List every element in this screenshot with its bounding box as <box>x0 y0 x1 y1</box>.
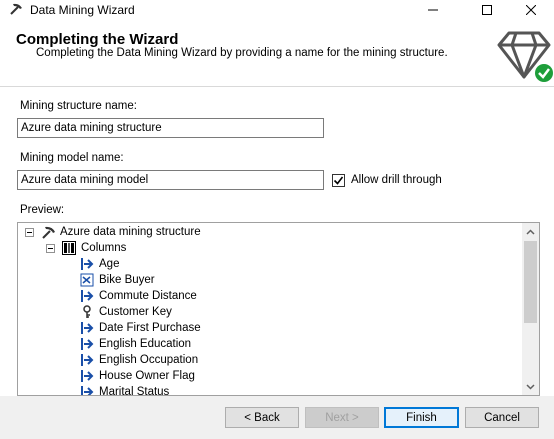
finish-button[interactable]: Finish <box>384 407 459 428</box>
chevron-up-icon <box>526 228 535 235</box>
list-item[interactable]: Bike Buyer <box>79 272 155 288</box>
minimize-button[interactable] <box>410 0 456 19</box>
collapse-toggle[interactable] <box>46 243 55 253</box>
column-label: English Occupation <box>99 354 199 366</box>
preview-label: Preview: <box>20 204 65 216</box>
columns-icon <box>61 240 77 256</box>
drill-through-checkbox[interactable] <box>332 174 345 187</box>
list-item[interactable]: Age <box>79 256 119 272</box>
input-column-icon <box>79 288 95 304</box>
model-name-field[interactable] <box>17 170 324 190</box>
pickaxe-icon <box>40 224 56 240</box>
page-title: Completing the Wizard <box>16 31 179 48</box>
wizard-footer: < Back Next > Finish Cancel <box>0 396 554 439</box>
wizard-header: Completing the Wizard Completing the Dat… <box>0 19 554 87</box>
model-name-label: Mining model name: <box>20 152 124 164</box>
preview-tree[interactable]: Azure data mining structure Columns Age … <box>17 222 540 396</box>
list-item[interactable]: House Owner Flag <box>79 368 195 384</box>
column-label: Marital Status <box>99 386 170 396</box>
list-item[interactable]: Commute Distance <box>79 288 197 304</box>
next-button: Next > <box>305 407 379 428</box>
structure-name-label: Mining structure name: <box>20 100 137 112</box>
minimize-icon <box>428 9 438 10</box>
scroll-thumb[interactable] <box>524 241 537 323</box>
scroll-down-button[interactable] <box>522 378 539 395</box>
column-label: Age <box>99 258 120 270</box>
cancel-button[interactable]: Cancel <box>465 407 539 428</box>
key-column-icon <box>79 304 95 320</box>
preview-scrollbar[interactable] <box>522 223 539 395</box>
checkmark-icon <box>333 176 344 185</box>
input-column-icon <box>79 336 95 352</box>
collapse-toggle[interactable] <box>25 227 34 237</box>
column-label: English Education <box>99 338 192 350</box>
list-item[interactable]: English Education <box>79 336 191 352</box>
back-button[interactable]: < Back <box>225 407 299 428</box>
column-label: Date First Purchase <box>99 322 201 334</box>
list-item[interactable]: Customer Key <box>79 304 172 320</box>
close-icon <box>526 4 536 15</box>
scroll-up-button[interactable] <box>522 223 539 240</box>
close-button[interactable] <box>508 0 554 19</box>
list-item[interactable]: English Occupation <box>79 352 198 368</box>
tree-root-row[interactable]: Azure data mining structure <box>25 224 201 240</box>
column-label: Customer Key <box>99 306 172 318</box>
column-label: Bike Buyer <box>99 274 155 286</box>
input-column-icon <box>79 368 95 384</box>
structure-name-field[interactable] <box>17 118 324 138</box>
diamond-icon <box>497 31 553 82</box>
tree-columns-row[interactable]: Columns <box>46 240 126 256</box>
input-column-icon <box>79 384 95 395</box>
page-subtitle: Completing the Data Mining Wizard by pro… <box>36 47 448 59</box>
list-item[interactable]: Date First Purchase <box>79 320 201 336</box>
column-label: Commute Distance <box>99 290 197 302</box>
input-column-icon <box>79 320 95 336</box>
tree-root-label: Azure data mining structure <box>60 226 201 238</box>
window-title: Data Mining Wizard <box>30 3 135 17</box>
maximize-button[interactable] <box>464 0 510 19</box>
chevron-down-icon <box>526 383 535 390</box>
drill-through-label[interactable]: Allow drill through <box>351 174 442 186</box>
column-label: House Owner Flag <box>99 370 195 382</box>
maximize-icon <box>482 4 492 15</box>
list-item[interactable]: Marital Status <box>79 384 170 396</box>
input-column-icon <box>79 352 95 368</box>
title-bar: Data Mining Wizard <box>0 0 554 19</box>
predict-column-icon <box>79 272 95 288</box>
tree-columns-label: Columns <box>81 242 127 254</box>
input-column-icon <box>79 256 95 272</box>
pickaxe-icon <box>10 3 22 15</box>
